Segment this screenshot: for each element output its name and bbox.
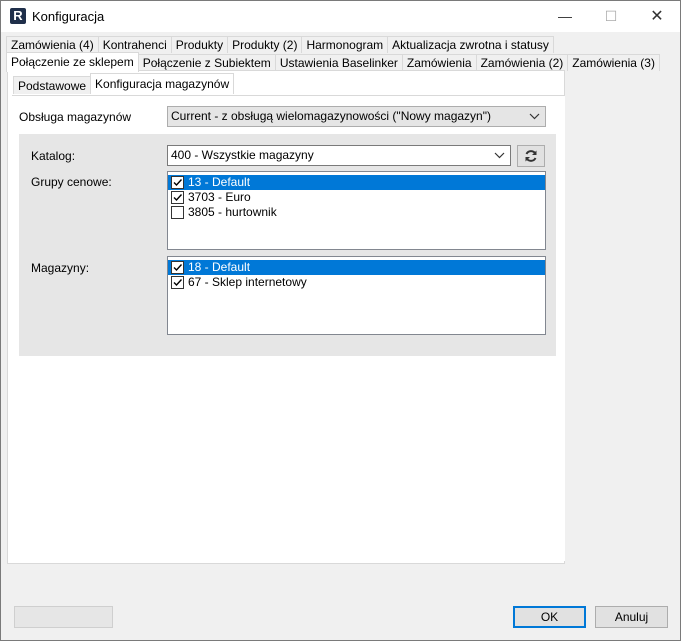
- list-item-label: 18 - Default: [188, 260, 251, 274]
- list-item-label: 3703 - Euro: [188, 190, 251, 204]
- tab-row-2: Połączenie ze sklepem Połączenie z Subie…: [6, 52, 660, 72]
- tab-polaczenie-z-subiektem[interactable]: Połączenie z Subiektem: [137, 54, 276, 71]
- magazyny-label: Magazyny:: [31, 261, 90, 275]
- chevron-down-icon: [494, 146, 506, 165]
- list-item-label: 3805 - hurtownik: [188, 205, 277, 219]
- katalog-select[interactable]: 400 - Wszystkie magazyny: [167, 145, 511, 166]
- title-bar: R Konfiguracja — ☐ ✕: [1, 1, 680, 32]
- refresh-button[interactable]: [517, 145, 545, 167]
- subtab-row: Podstawowe Konfiguracja magazynów: [13, 73, 235, 94]
- window-title: Konfiguracja: [32, 9, 105, 24]
- obsluga-magazynow-value: Current - z obsługą wielomagazynowości (…: [171, 109, 491, 123]
- subtab-konfiguracja-magazynow[interactable]: Konfiguracja magazynów: [90, 73, 235, 94]
- ok-button[interactable]: OK: [513, 606, 586, 628]
- katalog-value: 400 - Wszystkie magazyny: [171, 148, 314, 162]
- checkbox[interactable]: [171, 191, 184, 204]
- checkbox[interactable]: [171, 276, 184, 289]
- disabled-button: [14, 606, 113, 628]
- tab-polaczenie-ze-sklepem[interactable]: Połączenie ze sklepem: [6, 52, 139, 72]
- tab-ustawienia-baselinker[interactable]: Ustawienia Baselinker: [274, 54, 403, 71]
- chevron-down-icon: [529, 107, 541, 126]
- list-item[interactable]: 3805 - hurtownik: [168, 205, 545, 220]
- list-item-label: 67 - Sklep internetowy: [188, 275, 307, 289]
- checkbox[interactable]: [171, 176, 184, 189]
- katalog-label: Katalog:: [31, 149, 76, 163]
- tab-zamowienia-2[interactable]: Zamówienia (2): [475, 54, 569, 71]
- tab-produkty-2[interactable]: Produkty (2): [227, 36, 303, 53]
- grupy-cenowe-list[interactable]: 13 - Default 3703 - Euro 3805 - hurtowni…: [167, 171, 546, 250]
- tab-aktualizacja-zwrotna[interactable]: Aktualizacja zwrotna i statusy: [387, 36, 554, 53]
- obsluga-magazynow-label: Obsługa magazynów: [19, 110, 132, 124]
- tab-kontrahenci[interactable]: Kontrahenci: [97, 36, 172, 53]
- maximize-button[interactable]: ☐: [588, 1, 634, 32]
- list-item-label: 13 - Default: [188, 175, 251, 189]
- checkbox[interactable]: [171, 261, 184, 274]
- refresh-icon: [525, 150, 537, 162]
- checkbox[interactable]: [171, 206, 184, 219]
- tab-zamowienia-4[interactable]: Zamówienia (4): [6, 36, 99, 53]
- minimize-button[interactable]: —: [542, 1, 588, 32]
- list-item[interactable]: 13 - Default: [168, 175, 545, 190]
- cancel-button[interactable]: Anuluj: [595, 606, 668, 628]
- grupy-cenowe-label: Grupy cenowe:: [31, 175, 112, 189]
- list-item[interactable]: 18 - Default: [168, 260, 545, 275]
- tab-zamowienia[interactable]: Zamówienia: [401, 54, 477, 71]
- tab-row-1: Zamówienia (4) Kontrahenci Produkty Prod…: [6, 36, 554, 53]
- close-button[interactable]: ✕: [634, 1, 680, 32]
- app-icon: R: [10, 8, 26, 24]
- obsluga-magazynow-select[interactable]: Current - z obsługą wielomagazynowości (…: [167, 106, 546, 127]
- tab-zamowienia-3[interactable]: Zamówienia (3): [567, 54, 660, 71]
- list-item[interactable]: 3703 - Euro: [168, 190, 545, 205]
- config-window: R Konfiguracja — ☐ ✕ Zamówienia (4) Kont…: [0, 0, 681, 641]
- magazyny-list[interactable]: 18 - Default 67 - Sklep internetowy: [167, 256, 546, 335]
- tab-harmonogram[interactable]: Harmonogram: [301, 36, 389, 53]
- tab-produkty[interactable]: Produkty: [170, 36, 229, 53]
- list-item[interactable]: 67 - Sklep internetowy: [168, 275, 545, 290]
- subtab-podstawowe[interactable]: Podstawowe: [13, 76, 92, 94]
